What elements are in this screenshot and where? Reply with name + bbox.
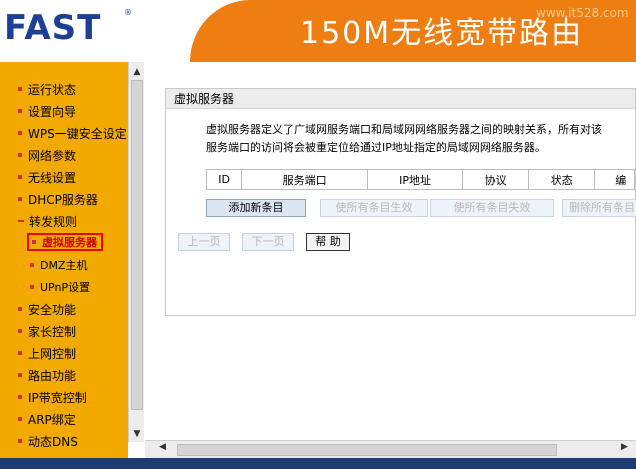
table-header-row: ID 服务端口 IP地址 协议 状态 编 bbox=[205, 169, 635, 190]
sidebar-item-label: 动态DNS bbox=[28, 434, 78, 449]
sidebar-item-label: 转发规则 bbox=[29, 214, 78, 229]
sidebar-item-label: DHCP服务器 bbox=[28, 192, 98, 207]
sidebar-item-virtual-server[interactable]: 虚拟服务器 bbox=[27, 233, 103, 251]
scroll-left-icon[interactable]: ◀ bbox=[159, 442, 166, 452]
plus-icon bbox=[18, 395, 22, 399]
plus-icon bbox=[18, 175, 22, 179]
main-content: 虚拟服务器 虚拟服务器定义了广域网服务端口和局域网网络服务器之间的映射关系，所有… bbox=[145, 62, 636, 440]
sidebar-item-setup-wizard[interactable]: 设置向导 bbox=[18, 102, 76, 120]
sidebar-item-label: 网络参数 bbox=[28, 148, 77, 163]
plus-icon bbox=[18, 351, 22, 355]
col-ip-address: IP地址 bbox=[367, 169, 464, 190]
minus-icon bbox=[18, 220, 24, 222]
sidebar-item-security[interactable]: 安全功能 bbox=[18, 300, 76, 318]
plus-icon bbox=[18, 417, 22, 421]
disable-all-button[interactable]: 使所有条目失效 bbox=[430, 199, 554, 217]
bullet-icon bbox=[18, 87, 22, 91]
sidebar-item-dmz[interactable]: DMZ主机 bbox=[30, 256, 88, 274]
sidebar-item-label: UPnP设置 bbox=[40, 281, 91, 294]
plus-icon bbox=[18, 373, 22, 377]
col-service-port: 服务端口 bbox=[241, 169, 369, 190]
sidebar-scrollbar[interactable]: ▲ ▼ bbox=[128, 62, 144, 442]
sidebar-item-label: 上网控制 bbox=[28, 346, 77, 361]
sidebar-item-forwarding[interactable]: 转发规则 bbox=[18, 212, 77, 230]
panel-description: 虚拟服务器定义了广域网服务端口和局域网网络服务器之间的映射关系，所有对该 服务端… bbox=[206, 121, 636, 157]
sidebar-item-ddns[interactable]: 动态DNS bbox=[18, 432, 78, 450]
watermark: www.it528.com bbox=[536, 6, 629, 20]
virtual-server-panel: 虚拟服务器 虚拟服务器定义了广域网服务端口和局域网网络服务器之间的映射关系，所有… bbox=[165, 88, 636, 316]
footer-bar bbox=[0, 458, 636, 469]
bullet-icon bbox=[30, 263, 34, 267]
bullet-icon bbox=[18, 109, 22, 113]
prev-page-button[interactable]: 上一页 bbox=[178, 233, 230, 251]
registered-mark: ® bbox=[124, 8, 132, 17]
sidebar-item-routing[interactable]: 路由功能 bbox=[18, 366, 76, 384]
col-edit: 编 bbox=[594, 169, 635, 190]
sidebar-item-label: IP带宽控制 bbox=[28, 390, 87, 405]
sidebar-item-upnp[interactable]: UPnP设置 bbox=[30, 278, 90, 296]
enable-all-button[interactable]: 使所有条目生效 bbox=[320, 199, 428, 217]
sidebar-item-dhcp[interactable]: DHCP服务器 bbox=[18, 190, 98, 208]
fast-logo: FAST bbox=[4, 8, 102, 48]
help-button[interactable]: 帮 助 bbox=[306, 233, 350, 251]
sidebar-item-label: 路由功能 bbox=[28, 368, 77, 383]
bullet-icon bbox=[18, 131, 22, 135]
horizontal-scrollbar[interactable]: ◀ ▶ bbox=[145, 440, 636, 458]
description-line: 虚拟服务器定义了广域网服务端口和局域网网络服务器之间的映射关系，所有对该 bbox=[206, 123, 602, 136]
sidebar-item-wps[interactable]: WPS一键安全设定 bbox=[18, 124, 127, 142]
col-protocol: 协议 bbox=[462, 169, 530, 190]
sidebar-item-label: 设置向导 bbox=[28, 104, 77, 119]
sidebar-item-label: 无线设置 bbox=[28, 170, 77, 185]
sidebar-item-bandwidth[interactable]: IP带宽控制 bbox=[18, 388, 87, 406]
col-id: ID bbox=[205, 169, 243, 190]
col-status: 状态 bbox=[528, 169, 596, 190]
sidebar-item-label: DMZ主机 bbox=[40, 259, 88, 272]
sidebar-item-status[interactable]: 运行状态 bbox=[18, 80, 76, 98]
sidebar-item-label: WPS一键安全设定 bbox=[28, 126, 127, 141]
sidebar-item-label: 安全功能 bbox=[28, 302, 77, 317]
header: FAST ® 150M无线宽带路由 www.it528.com bbox=[0, 0, 636, 62]
delete-all-button[interactable]: 删除所有条目 bbox=[562, 199, 636, 217]
sidebar-item-network[interactable]: 网络参数 bbox=[18, 146, 76, 164]
bullet-icon bbox=[18, 329, 22, 333]
description-line: 服务端口的访问将会被重定位给通过IP地址指定的局域网网络服务器。 bbox=[206, 141, 546, 154]
sidebar-item-label: ARP绑定 bbox=[28, 412, 76, 427]
plus-icon bbox=[18, 153, 22, 157]
scrollbar-thumb[interactable] bbox=[177, 444, 557, 456]
sidebar-item-label: 虚拟服务器 bbox=[42, 236, 97, 249]
bullet-icon bbox=[32, 240, 36, 244]
panel-title: 虚拟服务器 bbox=[166, 89, 635, 109]
next-page-button[interactable]: 下一页 bbox=[242, 233, 294, 251]
sidebar-item-label: 家长控制 bbox=[28, 324, 77, 339]
virtual-server-table: ID 服务端口 IP地址 协议 状态 编 bbox=[205, 169, 635, 190]
add-entry-button[interactable]: 添加新条目 bbox=[206, 199, 306, 217]
plus-icon bbox=[18, 307, 22, 311]
sidebar-item-wireless[interactable]: 无线设置 bbox=[18, 168, 76, 186]
bullet-icon bbox=[18, 439, 22, 443]
sidebar-item-access-control[interactable]: 上网控制 bbox=[18, 344, 76, 362]
scrollbar-thumb[interactable] bbox=[131, 80, 143, 410]
sidebar-menu: 运行状态 设置向导 WPS一键安全设定 网络参数 无线设置 DHCP服务器 转发… bbox=[0, 62, 128, 458]
scroll-up-icon[interactable]: ▲ bbox=[129, 64, 145, 80]
plus-icon bbox=[18, 197, 22, 201]
scroll-down-icon[interactable]: ▼ bbox=[129, 426, 145, 442]
scroll-right-icon[interactable]: ▶ bbox=[621, 442, 628, 452]
sidebar-item-arp[interactable]: ARP绑定 bbox=[18, 410, 76, 428]
sidebar-item-label: 运行状态 bbox=[28, 82, 77, 97]
bullet-icon bbox=[30, 285, 34, 289]
sidebar-item-parental[interactable]: 家长控制 bbox=[18, 322, 76, 340]
